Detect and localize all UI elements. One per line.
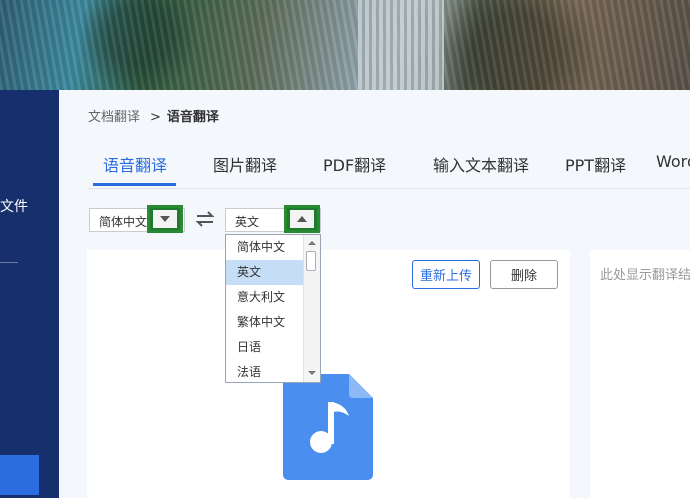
scroll-down-arrow-icon[interactable] xyxy=(305,368,319,378)
tab-pdf-translation[interactable]: PDF翻译 xyxy=(323,152,386,176)
delete-button[interactable]: 删除 xyxy=(490,260,558,289)
scrollbar-thumb[interactable] xyxy=(306,251,316,271)
language-option[interactable]: 法语 xyxy=(226,360,305,385)
banner-building xyxy=(358,0,444,90)
caret-up-icon xyxy=(297,216,307,222)
dropdown-scrollbar[interactable] xyxy=(303,235,320,382)
caret-down-icon xyxy=(160,216,170,222)
banner-texture xyxy=(0,0,690,90)
language-option[interactable]: 简体中文 xyxy=(226,235,305,260)
music-file-icon xyxy=(283,374,373,480)
result-placeholder: 此处显示翻译结 xyxy=(600,268,690,283)
active-tab-indicator xyxy=(93,183,176,186)
tab-word-translation[interactable]: Word xyxy=(656,152,690,171)
language-option[interactable]: 日语 xyxy=(226,335,305,360)
tab-image-translation[interactable]: 图片翻译 xyxy=(213,152,277,176)
sidebar-divider xyxy=(0,262,18,263)
breadcrumb-current: 语音翻译 xyxy=(166,110,219,125)
source-language-value: 简体中文 xyxy=(99,215,148,229)
breadcrumb-parent[interactable]: 文档翻译 xyxy=(88,110,140,125)
sidebar-item-label[interactable]: 文件 xyxy=(0,196,28,216)
language-option[interactable]: 繁体中文 xyxy=(226,310,305,335)
tab-speech-translation[interactable]: 语音翻译 xyxy=(103,152,167,176)
breadcrumb: 文档翻译 > 语音翻译 xyxy=(88,106,219,125)
source-language-dropdown-button[interactable] xyxy=(147,205,183,233)
reupload-button[interactable]: 重新上传 xyxy=(412,260,480,289)
language-dropdown-list: 简体中文 英文 意大利文 繁体中文 日语 法语 xyxy=(225,234,321,383)
target-language-value: 英文 xyxy=(235,215,260,229)
tab-bar: 语音翻译 图片翻译 PDF翻译 输入文本翻译 PPT翻译 Word xyxy=(88,136,690,189)
tab-ppt-translation[interactable]: PPT翻译 xyxy=(565,152,626,176)
language-option-selected[interactable]: 英文 xyxy=(226,260,305,285)
sidebar-active-item[interactable] xyxy=(0,455,39,495)
scroll-up-arrow-icon[interactable] xyxy=(305,238,319,248)
tab-text-translation[interactable]: 输入文本翻译 xyxy=(433,152,529,176)
breadcrumb-separator: > xyxy=(150,110,161,125)
language-option[interactable]: 意大利文 xyxy=(226,285,305,310)
sidebar: 文件 xyxy=(0,90,59,498)
result-panel xyxy=(590,250,690,498)
swap-languages-icon[interactable] xyxy=(194,209,216,229)
header-banner-image xyxy=(0,0,690,90)
target-language-dropdown-button[interactable] xyxy=(284,205,320,233)
